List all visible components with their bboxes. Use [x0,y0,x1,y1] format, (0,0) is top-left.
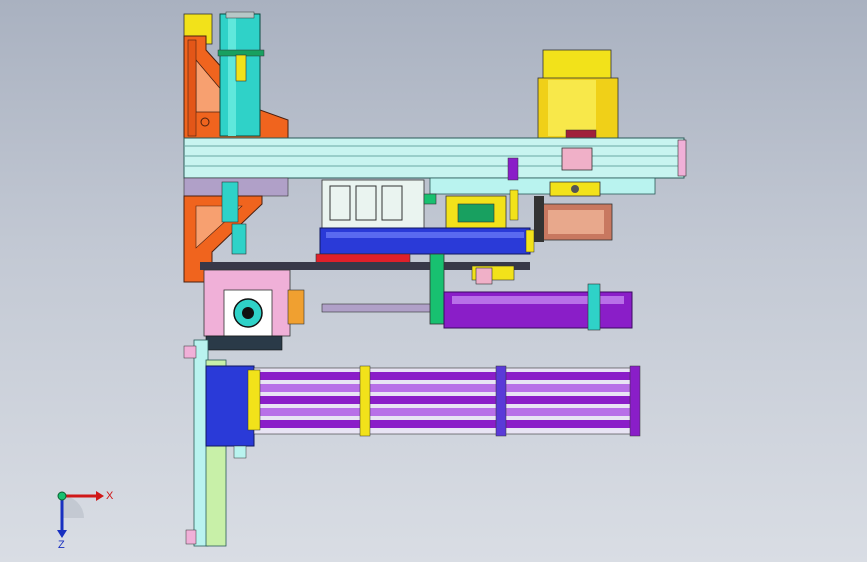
z-axis-label: Z [58,539,65,550]
cad-viewport[interactable] [0,0,867,562]
purple-rod-bundle [247,365,641,437]
blue-carriage-block [200,227,535,270]
belt-pulley [534,196,613,242]
green-vertical-cylinder [217,11,265,137]
gripper-head [203,269,305,351]
axis-triad: X Z [57,490,114,550]
x-axis-label: X [106,490,114,502]
vertical-green-column [183,339,255,547]
yellow-servo-motor [537,49,619,141]
